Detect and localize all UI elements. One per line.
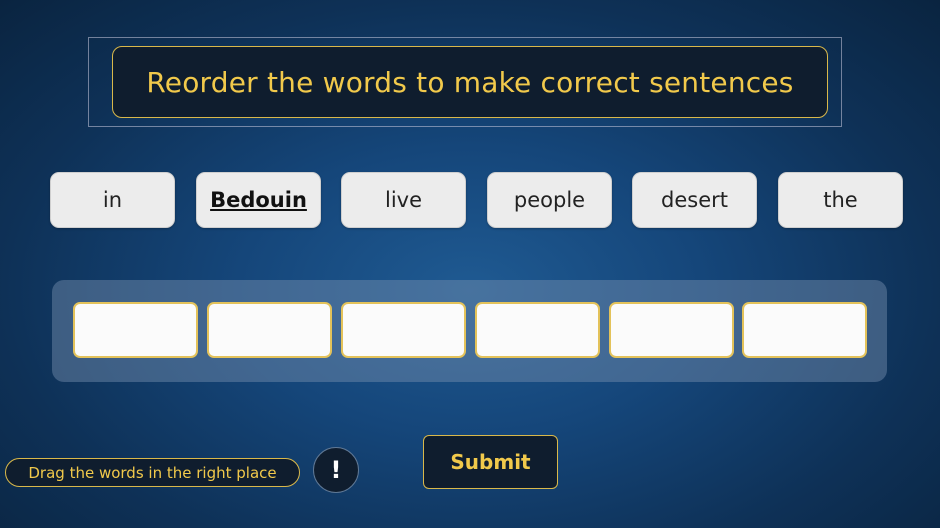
word-tile-bedouin[interactable]: Bedouin xyxy=(196,172,321,228)
drop-slot-5[interactable] xyxy=(609,302,734,358)
title-banner: Reorder the words to make correct senten… xyxy=(112,46,828,118)
submit-button[interactable]: Submit xyxy=(423,435,558,489)
instruction-text: Drag the words in the right place xyxy=(5,458,300,487)
drop-slot-1[interactable] xyxy=(73,302,198,358)
hint-button[interactable]: ! xyxy=(313,447,359,493)
page-title: Reorder the words to make correct senten… xyxy=(146,65,794,99)
drop-slot-3[interactable] xyxy=(341,302,466,358)
word-tile-desert[interactable]: desert xyxy=(632,172,757,228)
word-tile-in[interactable]: in xyxy=(50,172,175,228)
word-tile-the[interactable]: the xyxy=(778,172,903,228)
word-tile-people[interactable]: people xyxy=(487,172,612,228)
drop-slot-4[interactable] xyxy=(475,302,600,358)
drop-slot-6[interactable] xyxy=(742,302,867,358)
word-tile-live[interactable]: live xyxy=(341,172,466,228)
drop-slot-2[interactable] xyxy=(207,302,332,358)
